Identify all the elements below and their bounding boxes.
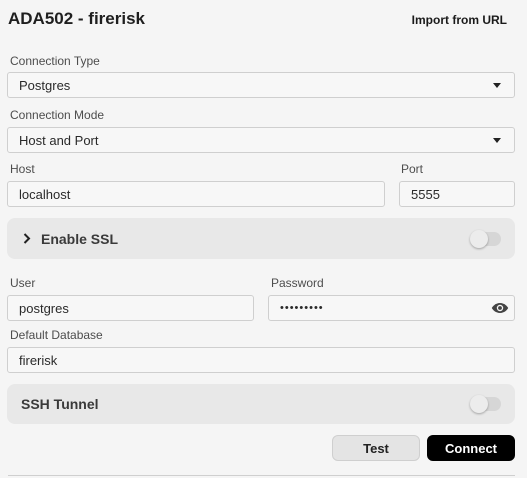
page-title: ADA502 - firerisk: [8, 9, 146, 28]
enable-ssl-label: Enable SSL: [41, 230, 119, 247]
ssh-tunnel-section[interactable]: SSH Tunnel: [7, 384, 515, 424]
caret-down-icon: [493, 137, 501, 143]
enable-ssl-toggle[interactable]: [470, 229, 501, 248]
user-input[interactable]: postgres: [7, 295, 254, 321]
chevron-right-icon: [23, 233, 31, 244]
password-label: Password: [271, 276, 324, 290]
password-input[interactable]: •••••••••: [268, 295, 515, 321]
ssh-tunnel-toggle[interactable]: [470, 395, 501, 413]
default-database-input[interactable]: firerisk: [7, 347, 515, 373]
port-input[interactable]: 5555: [399, 181, 515, 207]
enable-ssl-section[interactable]: Enable SSL: [7, 218, 515, 259]
connection-type-select[interactable]: Postgres: [7, 72, 515, 98]
default-database-value: firerisk: [19, 352, 58, 368]
host-label: Host: [10, 162, 35, 176]
connection-type-value: Postgres: [19, 77, 71, 93]
port-value: 5555: [411, 186, 440, 202]
password-value: •••••••••: [280, 302, 324, 314]
caret-down-icon: [493, 82, 501, 88]
test-button[interactable]: Test: [332, 435, 420, 461]
default-database-label: Default Database: [10, 328, 103, 342]
import-from-url-link[interactable]: Import from URL: [412, 13, 507, 27]
connect-button[interactable]: Connect: [427, 435, 515, 461]
user-label: User: [10, 276, 36, 290]
connection-mode-label: Connection Mode: [10, 108, 105, 122]
connection-form: ADA502 - firerisk Import from URL Connec…: [0, 0, 527, 478]
user-value: postgres: [19, 300, 69, 316]
connection-type-label: Connection Type: [10, 54, 100, 68]
divider: [8, 475, 515, 476]
toggle-knob: [470, 229, 488, 248]
connection-mode-select[interactable]: Host and Port: [7, 127, 515, 153]
host-value: localhost: [19, 186, 71, 202]
port-label: Port: [401, 162, 424, 176]
host-input[interactable]: localhost: [7, 181, 385, 207]
eye-icon[interactable]: [491, 301, 509, 315]
toggle-knob: [470, 395, 488, 413]
connection-mode-value: Host and Port: [19, 132, 99, 148]
ssh-tunnel-label: SSH Tunnel: [21, 396, 99, 412]
